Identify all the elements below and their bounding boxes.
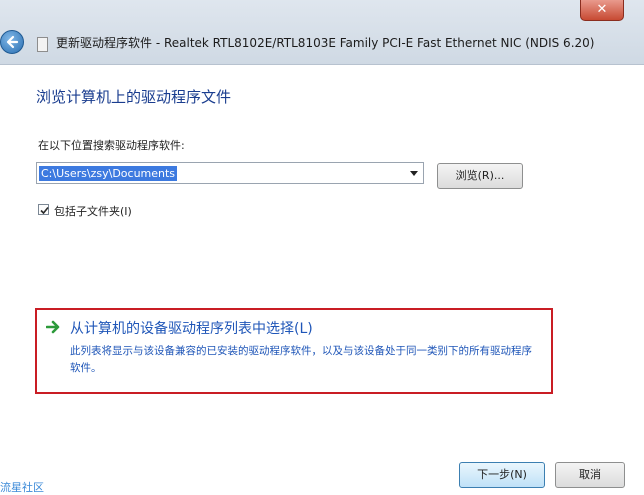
choose-from-list-link[interactable]: 从计算机的设备驱动程序列表中选择(L) — [70, 318, 313, 338]
choose-from-list-description: 此列表将显示与该设备兼容的已安装的驱动程序软件，以及与该设备处于同一类别下的所有… — [70, 345, 532, 374]
dropdown-arrow-icon[interactable] — [410, 171, 418, 176]
title-bar: ✕ 更新驱动程序软件 - Realtek RTL8102E/RTL8103E F… — [0, 0, 644, 65]
back-button[interactable] — [0, 30, 24, 54]
search-location-label: 在以下位置搜索驱动程序软件: — [38, 139, 185, 152]
device-icon — [37, 37, 48, 52]
close-button[interactable]: ✕ — [580, 0, 624, 21]
browse-button[interactable]: 浏览(R)... — [437, 163, 523, 189]
close-icon: ✕ — [596, 2, 608, 17]
window-title: 更新驱动程序软件 - Realtek RTL8102E/RTL8103E Fam… — [56, 36, 595, 50]
green-arrow-icon — [46, 320, 60, 334]
page-heading: 浏览计算机上的驱动程序文件 — [36, 88, 232, 106]
back-arrow-icon — [6, 35, 19, 49]
path-combobox[interactable]: C:\Users\zsy\Documents — [36, 162, 424, 184]
include-subfolders-label[interactable]: 包括子文件夹(I) — [54, 203, 132, 219]
cancel-button[interactable]: 取消 — [555, 462, 625, 488]
next-button[interactable]: 下一步(N) — [459, 462, 545, 488]
watermark-text: 流星社区 — [0, 481, 44, 494]
check-icon — [40, 206, 49, 215]
include-subfolders-checkbox[interactable] — [38, 204, 49, 215]
path-input-value[interactable]: C:\Users\zsy\Documents — [39, 166, 178, 181]
